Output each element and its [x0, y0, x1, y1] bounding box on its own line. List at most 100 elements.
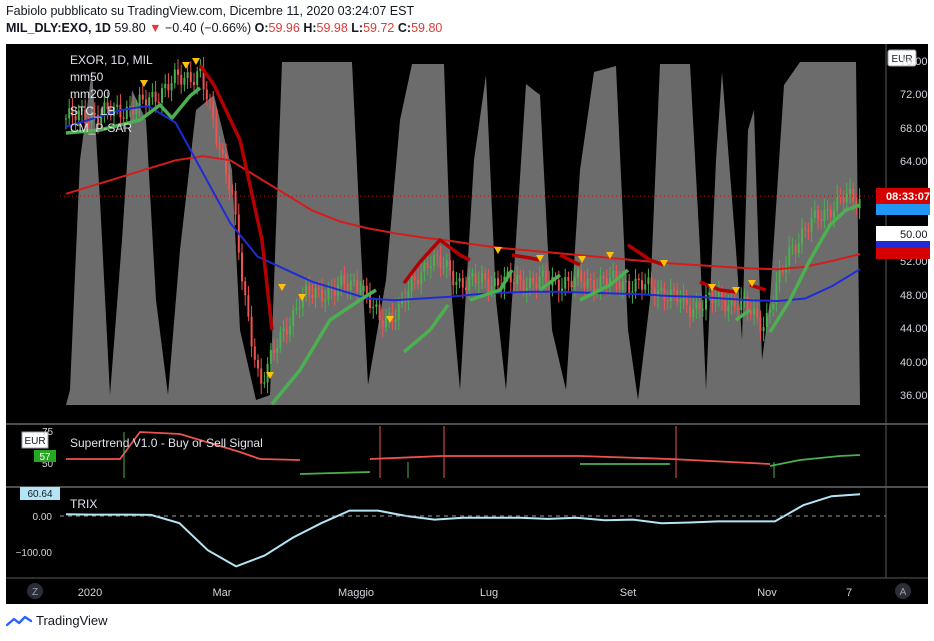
candle-body: [753, 308, 755, 315]
candle-body: [497, 278, 499, 286]
legend-mm200[interactable]: mm200: [70, 87, 110, 101]
candle-body: [327, 287, 330, 300]
legend-mm50[interactable]: mm50: [70, 70, 104, 84]
candle-body: [305, 285, 307, 295]
candle-body: [708, 292, 711, 296]
trix-badge-text: 60.64: [27, 489, 52, 500]
candle-body: [849, 188, 851, 194]
time-tick-nov: Nov: [757, 587, 777, 599]
candle-body: [701, 309, 704, 311]
candle-body: [343, 275, 346, 285]
candle-body: [845, 193, 848, 203]
chart-area[interactable]: EXOR, 1D, MIL mm50 mm200 STC_LB CM_P-SAR…: [0, 40, 934, 606]
candle-body: [612, 270, 615, 278]
candle-body: [663, 288, 666, 301]
candle-body: [778, 269, 781, 283]
time-tick-maggio: Maggio: [338, 587, 374, 599]
candle-body: [449, 260, 451, 271]
candle-body: [461, 278, 464, 288]
candle-body: [324, 299, 327, 302]
candle-body: [231, 190, 234, 192]
candle-body: [545, 270, 547, 282]
candle-body: [193, 82, 195, 85]
candle-body: [791, 245, 794, 247]
candle-body: [625, 280, 627, 282]
candle-body: [346, 284, 349, 290]
candle-body: [378, 304, 381, 321]
candle-body: [637, 278, 640, 281]
price-badge-white-text: 50.00: [900, 229, 928, 241]
candle-body: [138, 94, 141, 107]
candle-body: [762, 327, 765, 332]
high-value: 59.98: [316, 21, 348, 35]
candle-body: [372, 306, 375, 309]
candle-body: [474, 272, 477, 284]
candle-body: [759, 317, 762, 332]
candle-body: [340, 275, 343, 286]
candle-body: [788, 246, 791, 266]
candle-body: [644, 284, 647, 290]
candle-body: [413, 276, 416, 280]
candle-body: [647, 277, 650, 285]
legend-psar[interactable]: CM_P-SAR: [70, 121, 132, 135]
candle-body: [381, 320, 384, 328]
candle-body: [218, 142, 221, 150]
candle-body: [817, 210, 819, 220]
price-badge-mm50: [876, 241, 930, 248]
candle-body: [292, 309, 295, 327]
candle-body: [244, 281, 247, 296]
candle-body: [650, 277, 653, 289]
candle-body: [455, 281, 458, 285]
candle-body: [189, 72, 192, 83]
candle-body: [209, 99, 211, 101]
candle-body: [250, 316, 253, 347]
candle-body: [289, 326, 291, 335]
candle-body: [116, 104, 119, 107]
candle-body: [365, 285, 368, 294]
candle-body: [295, 308, 298, 310]
legend-stc[interactable]: STC_LB: [70, 104, 115, 118]
timezone-icon: Z: [32, 587, 38, 598]
supertrend-title: Supertrend V1.0 - Buy or Sell Signal: [70, 436, 263, 450]
price-tick-72: 72.00: [900, 89, 928, 101]
candle-body: [465, 287, 467, 291]
candle-body: [522, 279, 525, 293]
candle-body: [724, 299, 727, 312]
candle-body: [212, 100, 215, 119]
candle-body: [263, 382, 266, 384]
footer-brand[interactable]: TradingView: [6, 613, 108, 628]
candle-body: [471, 272, 474, 277]
low-label: L:: [351, 21, 364, 35]
auto-scale-icon: A: [900, 587, 907, 598]
candle-body: [628, 280, 631, 293]
price-tick-68: 68.00: [900, 123, 928, 135]
candle-body: [666, 300, 669, 302]
candle-body: [487, 279, 490, 292]
candle-body: [154, 91, 157, 102]
candle-body: [356, 279, 359, 292]
candle-body: [426, 262, 429, 269]
candle-body: [797, 243, 800, 254]
candle-body: [349, 280, 352, 290]
candle-body: [442, 267, 445, 269]
candle-body: [743, 296, 746, 299]
candle-body: [65, 118, 67, 120]
candle-body: [813, 210, 816, 219]
close-value: 59.80: [411, 21, 443, 35]
trix-tick-0: 0.00: [33, 512, 53, 523]
candle-body: [621, 281, 624, 290]
candle-body: [375, 304, 378, 307]
candle-body: [420, 272, 423, 285]
publish-info: Fabiolo pubblicato su TradingView.com, D…: [6, 4, 415, 18]
symbol: MIL_DLY:EXO, 1D: [6, 21, 111, 35]
candle-body: [257, 359, 259, 369]
candle-body: [532, 277, 535, 284]
candle-body: [557, 279, 560, 293]
candle-body: [269, 350, 272, 364]
candle-body: [151, 91, 154, 98]
candle-body: [653, 288, 656, 299]
candle-body: [493, 278, 496, 287]
candle-body: [253, 346, 256, 360]
candle-body: [746, 296, 749, 312]
candle-body: [468, 276, 471, 291]
